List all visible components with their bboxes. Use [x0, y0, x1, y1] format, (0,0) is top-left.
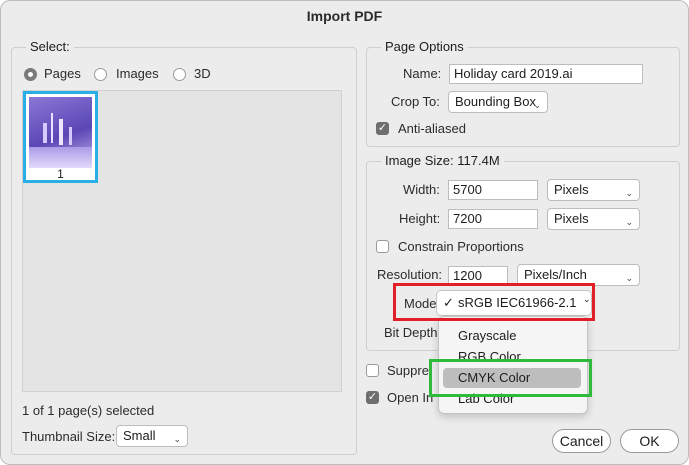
thumbnail-size-value: Small — [123, 428, 156, 443]
cancel-button[interactable]: Cancel — [552, 429, 611, 453]
width-label: Width: — [403, 182, 440, 197]
thumbnail-page-number: 1 — [57, 167, 64, 181]
selection-status: 1 of 1 page(s) selected — [22, 403, 155, 418]
crop-to-value: Bounding Box — [455, 94, 536, 109]
radio-pages[interactable] — [24, 68, 37, 81]
red-annotation-box — [393, 283, 595, 321]
open-in-label[interactable]: Open In — [387, 390, 433, 405]
resolution-label: Resolution: — [377, 267, 443, 282]
height-label: Height: — [399, 211, 441, 226]
anti-aliased-label[interactable]: Anti-aliased — [398, 121, 466, 136]
chevron-down-icon: ⌄ — [625, 188, 633, 198]
constrain-proportions-label[interactable]: Constrain Proportions — [398, 239, 524, 254]
crop-to-select[interactable]: Bounding Box ⌄ — [448, 91, 548, 113]
import-pdf-dialog: Import PDF Select: Pages Images 3D 1 1 o… — [0, 0, 689, 465]
radio-images-label[interactable]: Images — [116, 66, 159, 81]
radio-images[interactable] — [94, 68, 107, 81]
height-unit-select[interactable]: Pixels ⌄ — [547, 208, 640, 230]
suppress-checkbox[interactable] — [366, 364, 379, 377]
chevron-down-icon: ⌄ — [625, 217, 633, 227]
constrain-proportions-checkbox[interactable] — [376, 240, 389, 253]
resolution-unit-value: Pixels/Inch — [524, 267, 587, 282]
menu-item-grayscale[interactable]: Grayscale — [458, 328, 517, 343]
thumbnail-size-label: Thumbnail Size: — [22, 429, 116, 444]
open-in-checkbox[interactable]: ✓ — [366, 391, 379, 404]
crop-to-label: Crop To: — [391, 94, 440, 109]
page-options-title: Page Options — [381, 39, 468, 54]
name-field[interactable]: Holiday card 2019.ai — [449, 64, 643, 84]
width-field[interactable]: 5700 — [448, 180, 538, 200]
image-size-title: Image Size: 117.4M — [381, 153, 504, 168]
chevron-down-icon: ⌄ — [625, 273, 633, 283]
ok-button[interactable]: OK — [620, 429, 679, 453]
width-unit-value: Pixels — [554, 182, 589, 197]
green-annotation-box — [429, 359, 592, 397]
suppress-label[interactable]: Suppre — [387, 363, 429, 378]
name-label: Name: — [403, 66, 442, 81]
page-options-group: Page Options Name: Holiday card 2019.ai … — [366, 39, 680, 147]
width-unit-select[interactable]: Pixels ⌄ — [547, 179, 640, 201]
chevron-down-icon: ⌄ — [533, 100, 541, 110]
select-group: Select: Pages Images 3D 1 1 of 1 page(s)… — [11, 39, 357, 455]
dialog-title: Import PDF — [306, 8, 383, 24]
radio-3d-label[interactable]: 3D — [194, 66, 211, 81]
height-unit-value: Pixels — [554, 211, 589, 226]
thumbnail-image — [29, 97, 92, 168]
select-group-title: Select: — [26, 39, 74, 54]
radio-pages-label[interactable]: Pages — [44, 66, 81, 81]
chevron-down-icon: ⌄ — [173, 434, 181, 444]
page-thumbnail[interactable]: 1 — [23, 91, 98, 183]
radio-3d[interactable] — [173, 68, 186, 81]
height-field[interactable]: 7200 — [448, 209, 538, 229]
anti-aliased-checkbox[interactable]: ✓ — [376, 122, 389, 135]
bit-depth-label: Bit Depth — [384, 325, 438, 340]
thumbnail-size-select[interactable]: Small ⌄ — [116, 425, 188, 447]
